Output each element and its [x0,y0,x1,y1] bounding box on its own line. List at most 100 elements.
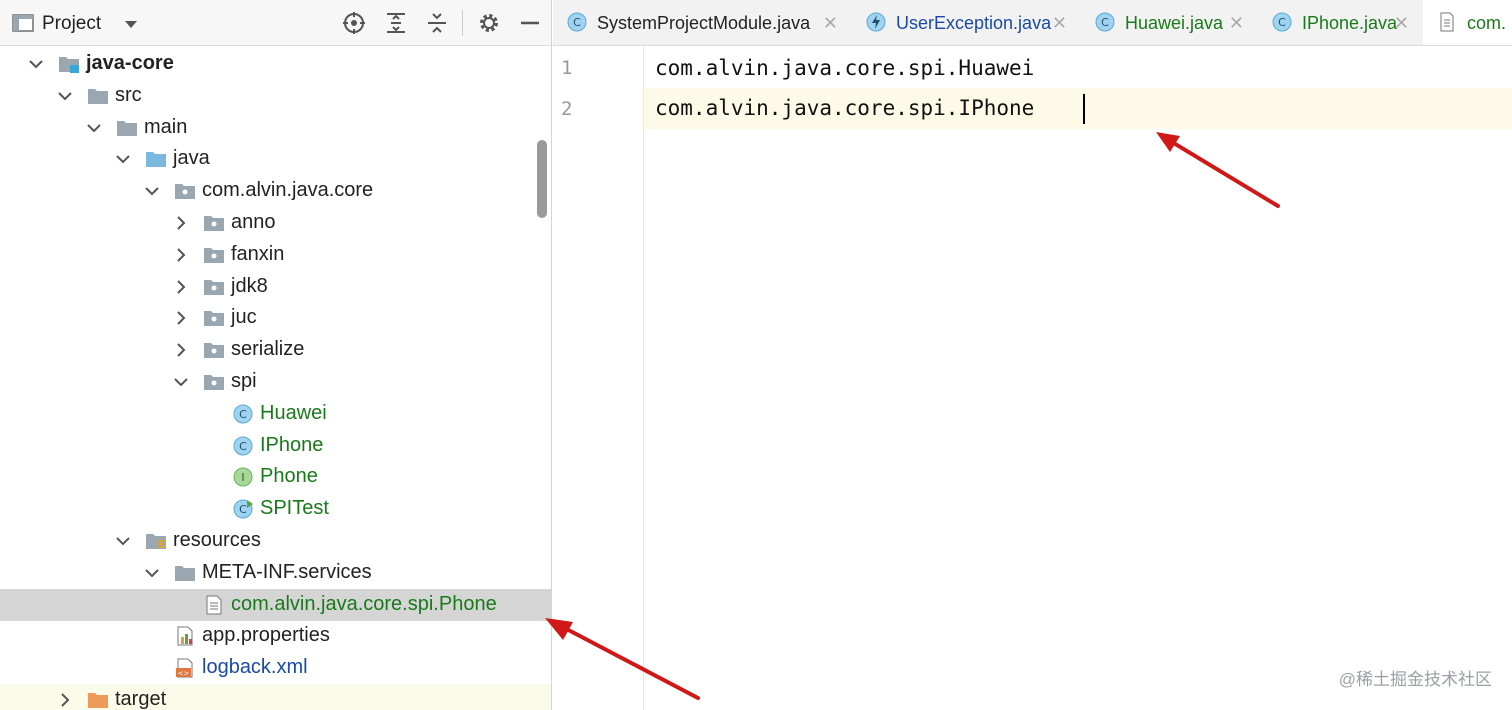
svg-text:C: C [239,503,247,516]
editor-tab[interactable]: UserException.java ✕ [852,0,1081,45]
svg-text:<>: <> [178,670,190,678]
editor-tab[interactable]: com. [1423,0,1512,45]
tree-item[interactable]: C Huawei [0,398,551,430]
svg-text:C: C [239,440,247,453]
tab-label: UserException.java [896,13,1052,33]
close-icon[interactable]: ✕ [823,13,838,34]
tree-item-label: SPITest [260,497,329,520]
chevron-down-icon[interactable] [124,20,138,29]
tree-item-label: src [115,83,142,106]
tree-item-label: META-INF.services [202,560,372,583]
tree-item-label: serialize [231,338,305,361]
tree-item-label: Huawei [260,401,327,424]
package-icon [174,181,196,201]
annotation-arrow-icon [545,618,700,700]
tree-item-label: jdk8 [231,274,268,297]
line-number: 2 [561,98,573,120]
tree-item-label: target [115,688,167,710]
tree-item[interactable]: anno [0,207,551,239]
tree-item[interactable]: main [0,112,551,144]
tab-label: IPhone.java [1302,13,1398,33]
tree-item[interactable]: com.alvin.java.core.spi.Phone [0,588,551,621]
chevron-down-icon[interactable] [173,374,189,390]
source-folder-icon [145,149,167,169]
tree-item[interactable]: target [0,684,551,710]
tree-item[interactable]: C SPITest [0,493,551,525]
chevron-down-icon[interactable] [115,533,131,549]
class-icon: C [232,404,254,424]
close-icon[interactable]: ✕ [1052,13,1067,34]
chevron-right-icon[interactable] [173,247,189,263]
locate-icon[interactable] [342,11,366,35]
hide-panel-icon[interactable] [518,11,542,35]
folder-icon [87,86,109,106]
text-caret [1083,94,1085,124]
tree-item[interactable]: C IPhone [0,430,551,462]
text-file-icon [203,595,225,615]
tab-label: SystemProjectModule.java [597,13,811,33]
chevron-down-icon[interactable] [57,88,73,104]
project-title[interactable]: Project [42,13,101,35]
chevron-down-icon[interactable] [144,183,160,199]
chevron-right-icon[interactable] [173,342,189,358]
tree-item[interactable]: java [0,143,551,175]
exception-icon [866,12,886,32]
svg-text:C: C [573,16,581,29]
editor-tab[interactable]: C Huawei.java ✕ [1081,0,1258,45]
line-number: 1 [561,57,573,79]
tree-item-label: app.properties [202,624,330,647]
package-icon [203,277,225,297]
class-icon: C [1272,12,1292,32]
tree-item-label: spi [231,370,257,392]
expand-all-icon[interactable] [384,11,408,35]
tree-item[interactable]: java-core [0,48,551,80]
tree-item-label: resources [173,529,261,551]
tree-item[interactable]: juc [0,302,551,334]
editor-tab[interactable]: C SystemProjectModule.java ✕ [553,0,852,45]
tree-item[interactable]: I Phone [0,461,551,493]
project-view-icon[interactable] [12,14,34,32]
gear-icon[interactable] [477,11,501,35]
tree-item-label: com.alvin.java.core.spi.Phone [231,592,497,615]
chevron-down-icon[interactable] [144,565,160,581]
chevron-right-icon[interactable] [173,279,189,295]
resources-folder-icon [145,531,167,551]
tree-item[interactable]: META-INF.services [0,557,551,589]
svg-text:I: I [241,471,244,484]
svg-text:C: C [1278,16,1286,29]
tree-item[interactable]: src [0,80,551,112]
chevron-down-icon[interactable] [28,56,44,72]
editor-tabs: C SystemProjectModule.java ✕ UserException.… [553,0,1512,46]
project-header: Project [0,0,551,46]
tree-item-label: java-core [86,52,174,74]
tree-item[interactable]: com.alvin.java.core [0,175,551,207]
editor-tab[interactable]: C IPhone.java ✕ [1258,0,1423,45]
tree-item[interactable]: app.properties [0,620,551,652]
chevron-right-icon[interactable] [173,310,189,326]
interface-icon: I [232,467,254,487]
class-icon: C [232,436,254,456]
tree-scrollbar[interactable] [537,140,547,218]
tree-item[interactable]: spi [0,366,551,398]
xml-file-icon: <> [174,658,196,678]
svg-text:C: C [239,408,247,421]
tree-item[interactable]: resources [0,525,551,557]
tree-item[interactable]: serialize [0,334,551,366]
code-line[interactable]: com.alvin.java.core.spi.IPhone [655,96,1034,120]
collapse-all-icon[interactable] [425,11,449,35]
close-icon[interactable]: ✕ [1229,13,1244,34]
tree-item[interactable]: fanxin [0,239,551,271]
close-icon[interactable]: ✕ [1394,13,1409,34]
chevron-down-icon[interactable] [115,151,131,167]
tree-item-label: juc [231,306,257,329]
chevron-right-icon[interactable] [173,215,189,231]
tree-item[interactable]: jdk8 [0,271,551,303]
project-panel: Project java-core src main java com.alvin.ja… [0,0,552,710]
code-line[interactable]: com.alvin.java.core.spi.Huawei [655,56,1034,80]
chevron-right-icon[interactable] [57,692,73,708]
tree-item-label: logback.xml [202,656,308,679]
chevron-down-icon[interactable] [86,120,102,136]
tree-item[interactable]: <> logback.xml [0,652,551,684]
folder-icon [174,563,196,583]
tree-item-label: anno [231,211,276,233]
